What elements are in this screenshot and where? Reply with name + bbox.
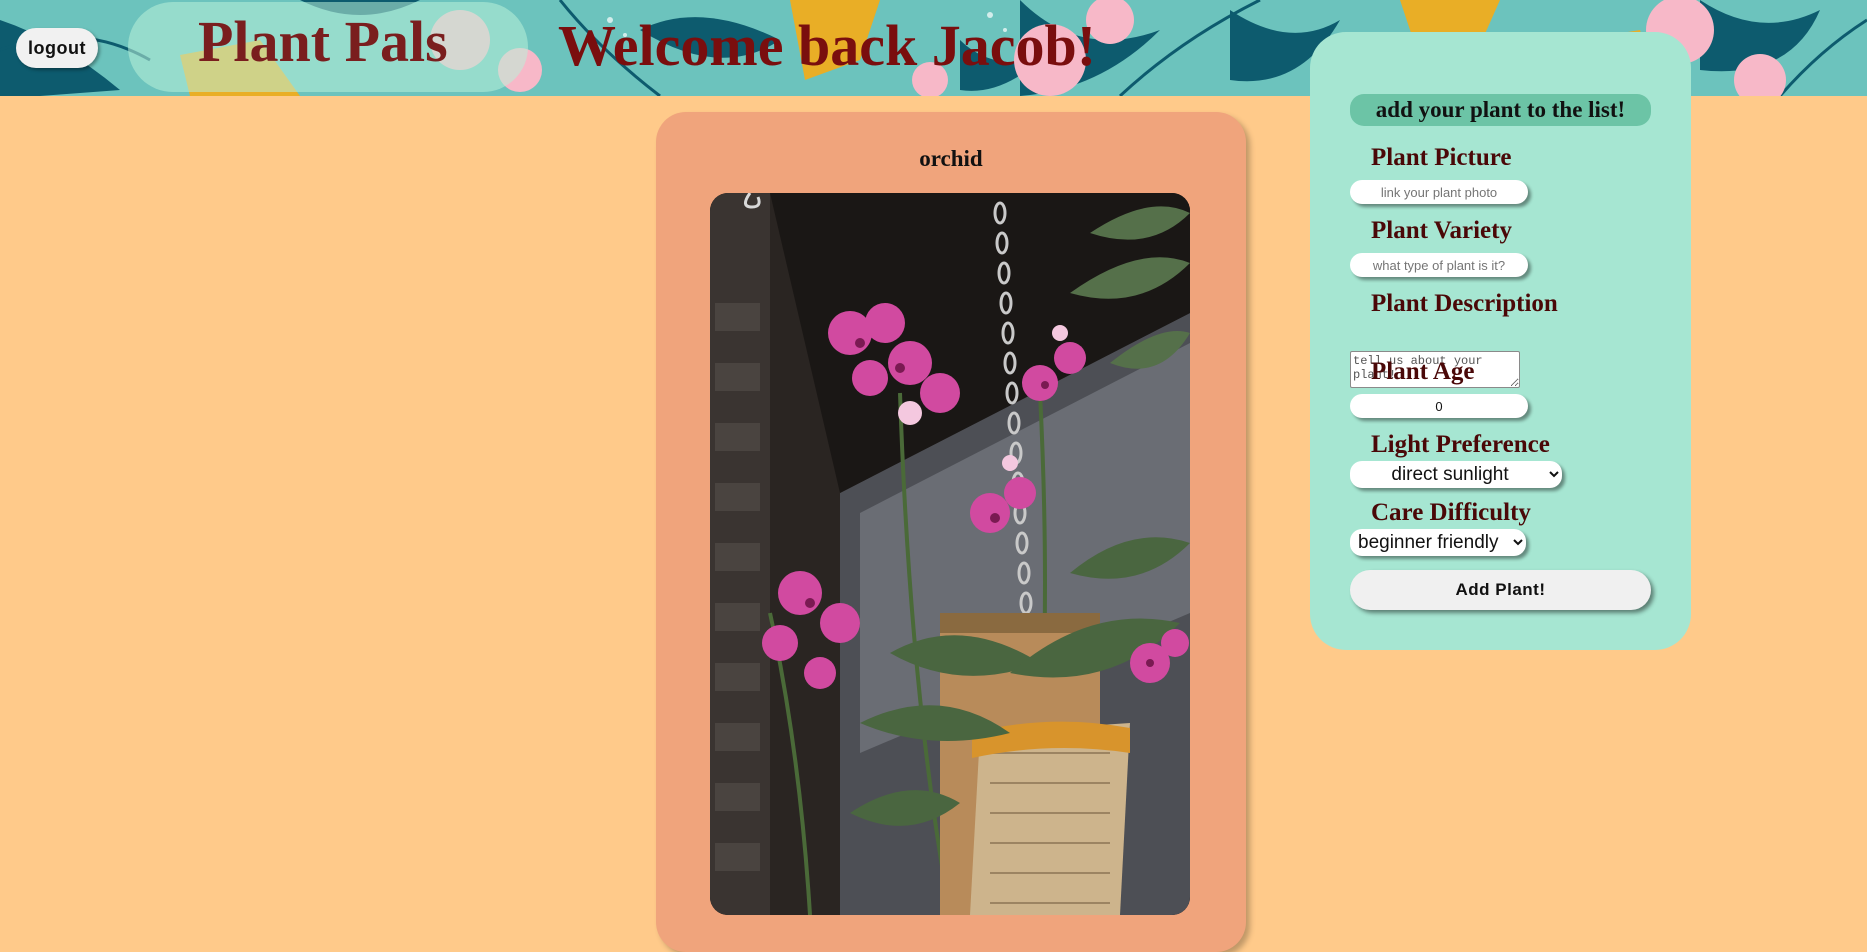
- orchid-photo: [710, 193, 1190, 915]
- light-preference-label: Light Preference: [1371, 431, 1550, 458]
- plant-age-input[interactable]: [1350, 394, 1528, 418]
- add-plant-form: add your plant to the list! Plant Pictur…: [1310, 32, 1691, 650]
- plant-variety-input[interactable]: [1350, 253, 1528, 277]
- plant-age-label: Plant Age: [1371, 358, 1475, 385]
- light-preference-select[interactable]: direct sunlight: [1350, 461, 1562, 488]
- logout-button[interactable]: logout: [16, 28, 98, 68]
- plant-name: orchid: [919, 146, 983, 171]
- plant-variety-label: Plant Variety: [1371, 217, 1512, 244]
- plant-picture-label: Plant Picture: [1371, 144, 1512, 171]
- welcome-message: Welcome back Jacob!: [558, 13, 1097, 78]
- plant-description-label: Plant Description: [1371, 290, 1558, 317]
- care-difficulty-label: Care Difficulty: [1371, 499, 1531, 526]
- plant-photo: [710, 193, 1190, 915]
- add-plant-button[interactable]: Add Plant!: [1350, 570, 1651, 610]
- form-heading: add your plant to the list!: [1350, 94, 1651, 126]
- site-title: Plant Pals: [198, 9, 448, 74]
- plant-card: orchid: [656, 112, 1246, 952]
- care-difficulty-select[interactable]: beginner friendly: [1350, 529, 1526, 556]
- plant-picture-input[interactable]: [1350, 180, 1528, 204]
